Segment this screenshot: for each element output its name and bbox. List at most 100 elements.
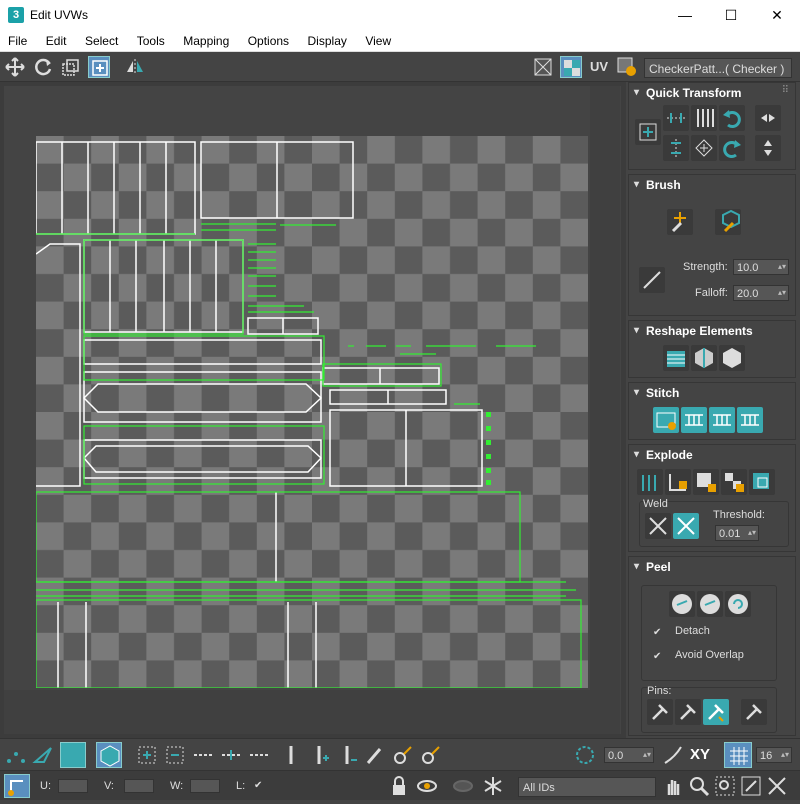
explode-title[interactable]: Explode [629, 445, 795, 465]
l-checkbox[interactable]: ✔ [254, 780, 266, 792]
menu-select[interactable]: Select [85, 30, 118, 48]
ring-shrink-icon[interactable] [336, 744, 358, 766]
material-id-select[interactable]: All IDs [518, 777, 656, 797]
uv-label[interactable]: UV [588, 56, 610, 78]
minimize-button[interactable]: — [662, 0, 708, 30]
align-horizontal-icon[interactable] [663, 105, 689, 131]
auto-pin-icon[interactable] [703, 699, 729, 725]
loop-icon[interactable] [192, 744, 214, 766]
move-icon[interactable] [4, 56, 26, 78]
transform-type-in-icon[interactable] [4, 774, 30, 798]
stitch-title[interactable]: Stitch [629, 383, 795, 403]
paint-move-icon[interactable] [667, 209, 693, 235]
pin-icon[interactable] [647, 699, 673, 725]
maximize-button[interactable]: ☐ [708, 0, 754, 30]
show-icon[interactable] [452, 775, 474, 797]
uv-checker-space[interactable] [36, 136, 588, 688]
ring-grow-icon[interactable] [308, 744, 330, 766]
stitch-to-average-icon[interactable] [709, 407, 735, 433]
xy-axis-toggle[interactable]: XY [690, 744, 718, 766]
zoom-extents-icon[interactable] [740, 775, 762, 797]
menu-mapping[interactable]: Mapping [183, 30, 229, 48]
flatten-by-smoothing-icon[interactable] [693, 469, 719, 495]
zoom-icon[interactable] [688, 775, 710, 797]
unpin-icon[interactable] [675, 699, 701, 725]
stitch-to-source-icon[interactable] [681, 407, 707, 433]
edge-mode-icon[interactable] [32, 744, 54, 766]
peel-mode-icon[interactable] [697, 591, 723, 617]
pan-icon[interactable] [662, 775, 684, 797]
peel-title[interactable]: Peel [629, 557, 795, 577]
scale-icon[interactable] [60, 56, 82, 78]
texture-settings-icon[interactable] [616, 56, 638, 78]
angle-spinner[interactable]: 0.0 ▴▾ [604, 747, 654, 763]
vertex-mode-icon[interactable] [4, 744, 26, 766]
strength-spinner[interactable]: 10.0 ▴▾ [733, 259, 789, 275]
angle-snap-icon[interactable] [574, 744, 596, 766]
paint-grow-icon[interactable] [392, 744, 414, 766]
paint-shrink-icon[interactable] [420, 744, 442, 766]
curve-icon[interactable] [662, 744, 684, 766]
zoom-region-icon[interactable] [714, 775, 736, 797]
checker-pattern-select[interactable]: CheckerPatt...( Checker ) [644, 58, 792, 78]
reset-peel-icon[interactable] [725, 591, 751, 617]
loop-shrink-icon[interactable] [248, 744, 270, 766]
ring-icon[interactable] [280, 744, 302, 766]
threshold-spinner[interactable]: 0.01 ▴▾ [715, 525, 759, 541]
menu-file[interactable]: File [8, 30, 27, 48]
v-field[interactable] [124, 779, 154, 793]
stitch-custom-icon[interactable] [653, 407, 679, 433]
break-icon[interactable] [637, 469, 663, 495]
grid-size-spinner[interactable]: 16 ▴▾ [756, 747, 792, 763]
select-pins-icon[interactable] [741, 699, 767, 725]
detach-checkbox[interactable]: ✔ [653, 627, 665, 639]
lock-icon[interactable] [388, 775, 410, 797]
quick-peel-icon[interactable] [669, 591, 695, 617]
relax-brush-icon[interactable] [715, 209, 741, 235]
flip-horizontal-icon[interactable] [755, 105, 781, 131]
box-relax-icon[interactable] [719, 345, 745, 371]
align-vertical-icon[interactable] [663, 135, 689, 161]
stitch-to-target-icon[interactable] [737, 407, 763, 433]
grow-selection-icon[interactable] [136, 744, 158, 766]
space-vertical-icon[interactable] [691, 105, 717, 131]
falloff-spinner[interactable]: 20.0 ▴▾ [733, 285, 789, 301]
paint-select-icon[interactable] [364, 744, 386, 766]
show-map-icon[interactable] [532, 56, 554, 78]
rotate-cw-icon[interactable] [719, 135, 745, 161]
hide-icon[interactable] [416, 775, 438, 797]
menu-tools[interactable]: Tools [137, 30, 165, 48]
close-button[interactable]: ✕ [754, 0, 800, 30]
u-field[interactable] [58, 779, 88, 793]
relax-icon[interactable] [691, 345, 717, 371]
reshape-elements-title[interactable]: Reshape Elements [629, 321, 795, 341]
space-horizontal-icon[interactable] [691, 135, 717, 161]
checker-toggle-icon[interactable] [560, 56, 582, 78]
freeform-icon[interactable] [88, 56, 110, 78]
flatten-by-polygon-icon[interactable] [749, 469, 775, 495]
menu-view[interactable]: View [365, 30, 391, 48]
brush-stroke-icon[interactable] [639, 267, 665, 293]
quick-transform-title[interactable]: Quick Transform [629, 83, 795, 103]
grid-snap-icon[interactable] [724, 742, 752, 768]
flatten-by-material-icon[interactable] [721, 469, 747, 495]
w-field[interactable] [190, 779, 220, 793]
element-mode-icon[interactable] [96, 742, 122, 768]
rotate-ccw-icon[interactable] [719, 105, 745, 131]
straighten-icon[interactable] [663, 345, 689, 371]
mirror-icon[interactable] [124, 56, 146, 78]
brush-title[interactable]: Brush [629, 175, 795, 195]
menu-edit[interactable]: Edit [46, 30, 67, 48]
shrink-selection-icon[interactable] [164, 744, 186, 766]
flip-vertical-icon[interactable] [755, 135, 781, 161]
weld-selected-icon[interactable] [645, 513, 671, 539]
detach-edge-icon[interactable] [665, 469, 691, 495]
rotate-icon[interactable] [32, 56, 54, 78]
zoom-selected-icon[interactable] [766, 775, 788, 797]
avoid-overlap-checkbox[interactable]: ✔ [653, 651, 665, 663]
align-center-icon[interactable] [635, 119, 661, 145]
weld-target-icon[interactable] [673, 513, 699, 539]
menu-options[interactable]: Options [248, 30, 289, 48]
loop-grow-icon[interactable] [220, 744, 242, 766]
menu-display[interactable]: Display [308, 30, 347, 48]
